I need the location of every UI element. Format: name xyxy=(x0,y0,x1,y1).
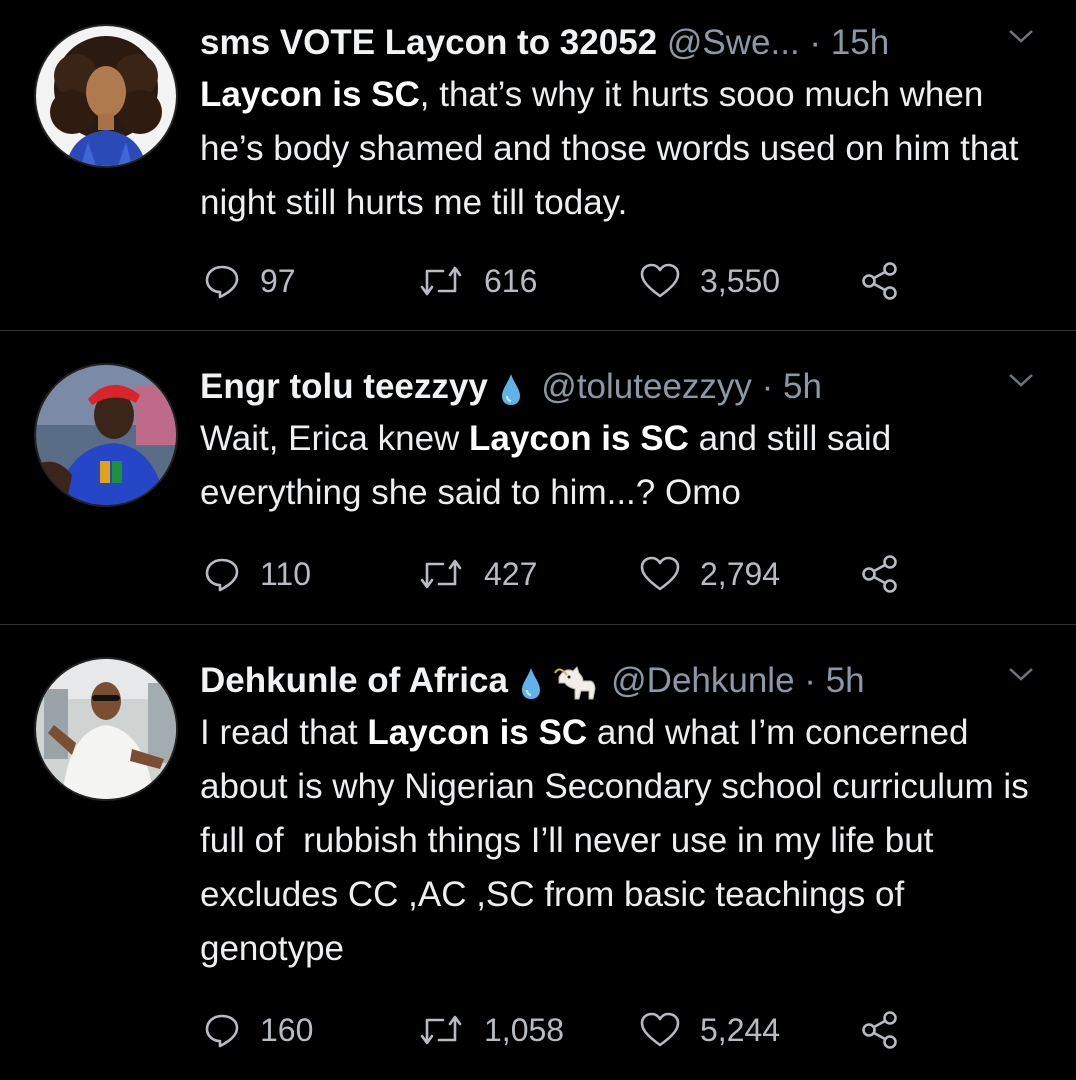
like-count: 2,794 xyxy=(700,555,781,592)
reply-button[interactable]: 110 xyxy=(204,549,311,599)
like-button[interactable]: 2,794 xyxy=(640,549,780,599)
like-button[interactable]: 3,550 xyxy=(640,256,780,306)
user-handle[interactable]: @Dehkunle xyxy=(611,661,794,700)
share-button[interactable] xyxy=(860,1005,920,1055)
heart-icon xyxy=(640,263,680,298)
reply-icon xyxy=(205,558,239,592)
retweet-icon xyxy=(420,1015,462,1045)
text-part: I read that xyxy=(200,713,368,752)
user-handle[interactable]: @toluteezzyy xyxy=(541,367,752,406)
tweet-header: Engr tolu teezzyy @toluteezzyy · 5h xyxy=(200,364,1036,410)
display-name[interactable]: sms VOTE Laycon to 32052 xyxy=(200,23,657,62)
retweet-count: 427 xyxy=(484,555,538,592)
share-button[interactable] xyxy=(860,256,920,306)
reply-count: 110 xyxy=(260,555,312,592)
chevron-down-icon[interactable] xyxy=(1006,370,1036,390)
water-drop-icon xyxy=(521,667,540,699)
separator-dot: · xyxy=(809,23,822,62)
share-button[interactable] xyxy=(860,549,920,599)
retweet-icon xyxy=(420,559,462,589)
chevron-down-icon[interactable] xyxy=(1006,664,1036,684)
tweet-header: Dehkunle of Africa @Dehkunle · 5h xyxy=(200,658,1036,704)
goat-emoji-icon xyxy=(554,665,596,700)
timestamp[interactable]: 5h xyxy=(783,367,822,406)
tweet-actions: 97 616 3,550 xyxy=(200,256,920,306)
share-icon xyxy=(862,1011,897,1049)
tweet-actions: 110 427 2,794 xyxy=(200,549,920,599)
tweet-actions: 160 1,058 5,244 xyxy=(200,1005,920,1055)
reply-button[interactable]: 160 xyxy=(204,1005,313,1055)
text-part-bold: Laycon is SC xyxy=(200,75,420,114)
display-name[interactable]: Engr tolu teezzyy xyxy=(200,367,488,406)
separator-dot: · xyxy=(804,661,816,700)
like-count: 3,550 xyxy=(700,262,781,299)
heart-icon xyxy=(640,556,680,591)
retweet-icon xyxy=(420,266,462,296)
timestamp[interactable]: 15h xyxy=(831,23,889,62)
text-part: Wait, Erica knew xyxy=(200,419,470,458)
reply-count: 160 xyxy=(260,1011,314,1048)
tweet-text: I read that Laycon is SC and what I’m co… xyxy=(200,706,1036,976)
heart-icon xyxy=(640,1012,680,1047)
text-part-bold: Laycon is SC xyxy=(367,713,588,752)
share-icon xyxy=(862,262,897,300)
like-count: 5,244 xyxy=(700,1011,781,1048)
tweet[interactable]: sms VOTE Laycon to 32052 @Swe... · 15h L… xyxy=(0,0,1076,330)
tweet[interactable]: Engr tolu teezzyy @toluteezzyy · 5h Wait… xyxy=(0,331,1076,624)
retweet-button[interactable]: 427 xyxy=(418,549,537,599)
tweet-header: sms VOTE Laycon to 32052 @Swe... · 15h xyxy=(200,20,1036,66)
reply-icon xyxy=(205,265,239,299)
retweet-count: 1,058 xyxy=(484,1011,565,1048)
retweet-count: 616 xyxy=(484,262,538,299)
user-handle[interactable]: @Swe... xyxy=(667,23,800,62)
tweet[interactable]: Dehkunle of Africa @Dehkunle · 5h I read… xyxy=(0,625,1076,1080)
retweet-button[interactable]: 616 xyxy=(418,256,537,306)
timestamp[interactable]: 5h xyxy=(826,661,865,700)
display-name[interactable]: Dehkunle of Africa xyxy=(200,661,508,700)
reply-button[interactable]: 97 xyxy=(204,256,296,306)
like-button[interactable]: 5,244 xyxy=(640,1005,780,1055)
avatar[interactable] xyxy=(34,657,178,801)
avatar[interactable] xyxy=(34,363,178,507)
share-icon xyxy=(862,555,897,593)
reply-count: 97 xyxy=(260,262,296,299)
reply-icon xyxy=(205,1014,239,1048)
retweet-button[interactable]: 1,058 xyxy=(418,1005,564,1055)
chevron-down-icon[interactable] xyxy=(1006,26,1036,46)
tweet-text: Laycon is SC, that’s why it hurts sooo m… xyxy=(200,68,1036,230)
separator-dot: · xyxy=(761,367,774,406)
avatar[interactable] xyxy=(34,24,178,168)
water-drop-icon xyxy=(501,373,520,405)
text-part-bold: Laycon is SC xyxy=(469,419,689,458)
tweet-text: Wait, Erica knew Laycon is SC and still … xyxy=(200,412,1036,520)
